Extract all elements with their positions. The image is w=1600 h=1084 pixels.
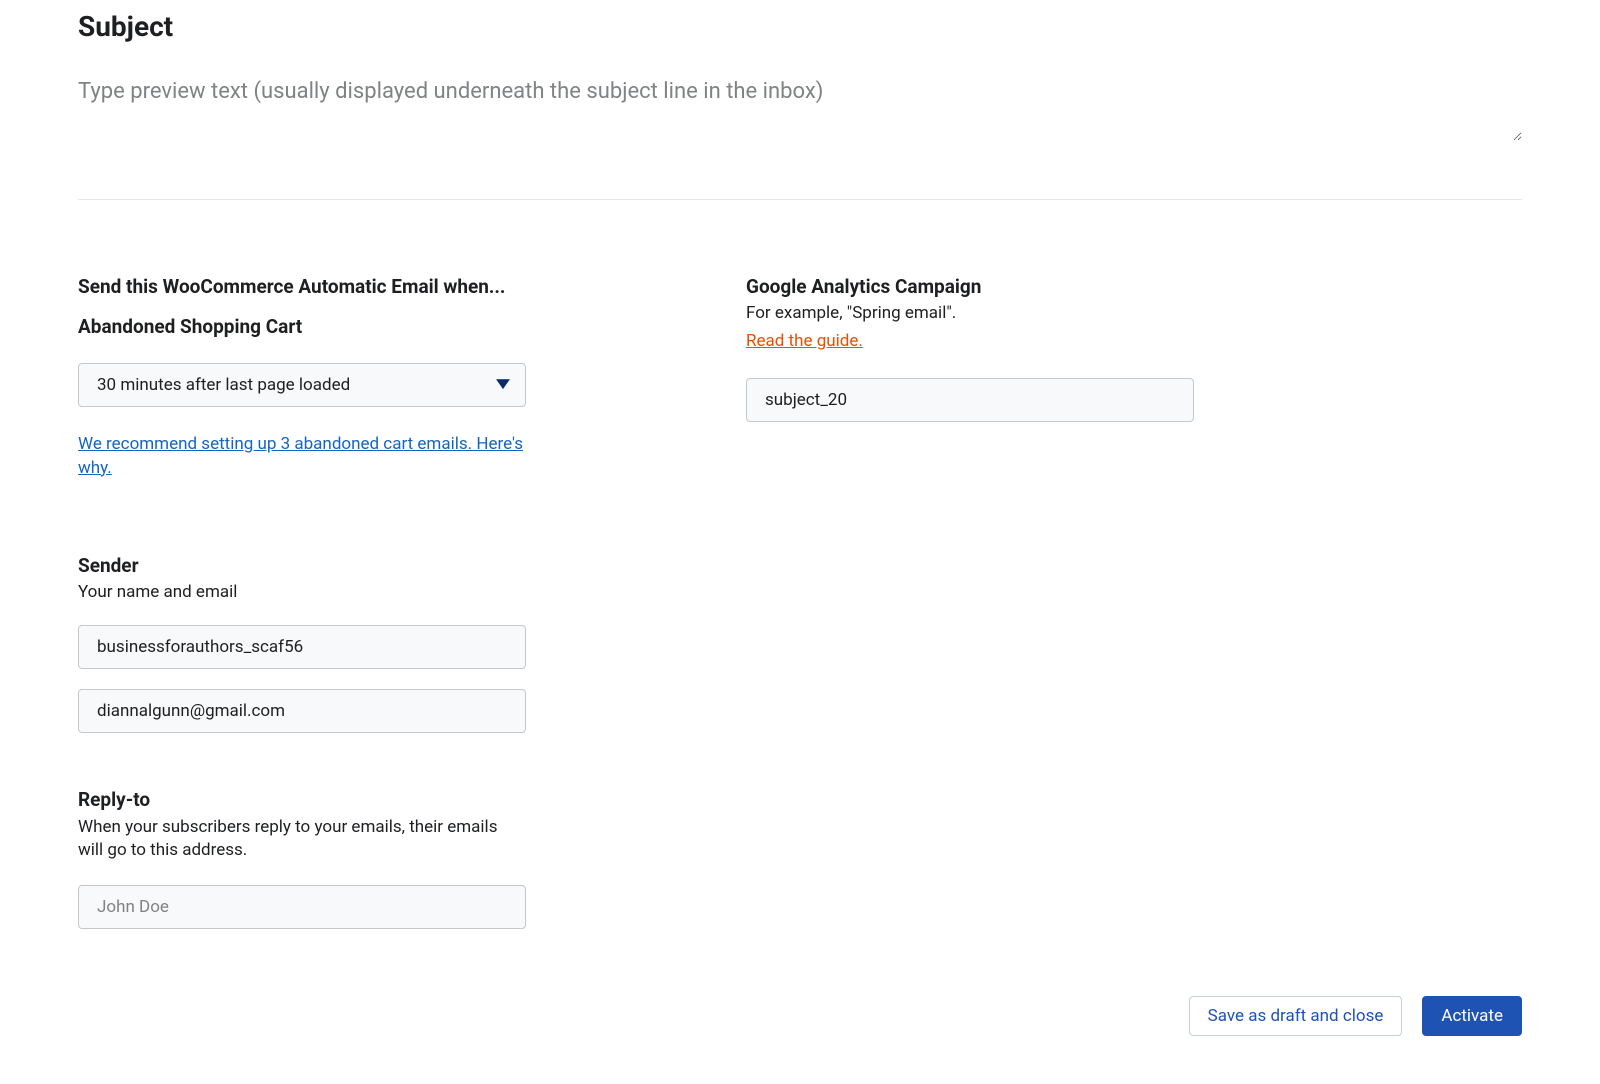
- reply-to-helper: When your subscribers reply to your emai…: [78, 816, 526, 864]
- preview-text-textarea[interactable]: [78, 79, 1522, 141]
- footer-actions: Save as draft and close Activate: [1189, 996, 1522, 1036]
- reply-to-name-input[interactable]: [78, 885, 526, 929]
- save-draft-button[interactable]: Save as draft and close: [1189, 996, 1403, 1036]
- recommendation-link[interactable]: We recommend setting up 3 abandoned cart…: [78, 433, 526, 481]
- reply-to-title: Reply-to: [78, 787, 526, 814]
- sender-helper: Your name and email: [78, 581, 526, 605]
- activate-button[interactable]: Activate: [1422, 996, 1522, 1036]
- ga-example: For example, "Spring email".: [746, 302, 1194, 326]
- trigger-title: Send this WooCommerce Automatic Email wh…: [78, 274, 526, 301]
- sender-email-input[interactable]: [78, 689, 526, 733]
- ga-campaign-input[interactable]: [746, 378, 1194, 422]
- right-column: Google Analytics Campaign For example, "…: [746, 274, 1194, 929]
- subject-input[interactable]: [78, 10, 1522, 43]
- sender-name-input[interactable]: [78, 625, 526, 669]
- ga-title: Google Analytics Campaign: [746, 274, 1194, 301]
- trigger-timing-select[interactable]: 30 minutes after last page loaded: [78, 363, 526, 407]
- ga-guide-link[interactable]: Read the guide.: [746, 330, 863, 354]
- left-column: Send this WooCommerce Automatic Email wh…: [78, 274, 526, 929]
- sender-title: Sender: [78, 553, 526, 580]
- trigger-subtitle: Abandoned Shopping Cart: [78, 314, 526, 341]
